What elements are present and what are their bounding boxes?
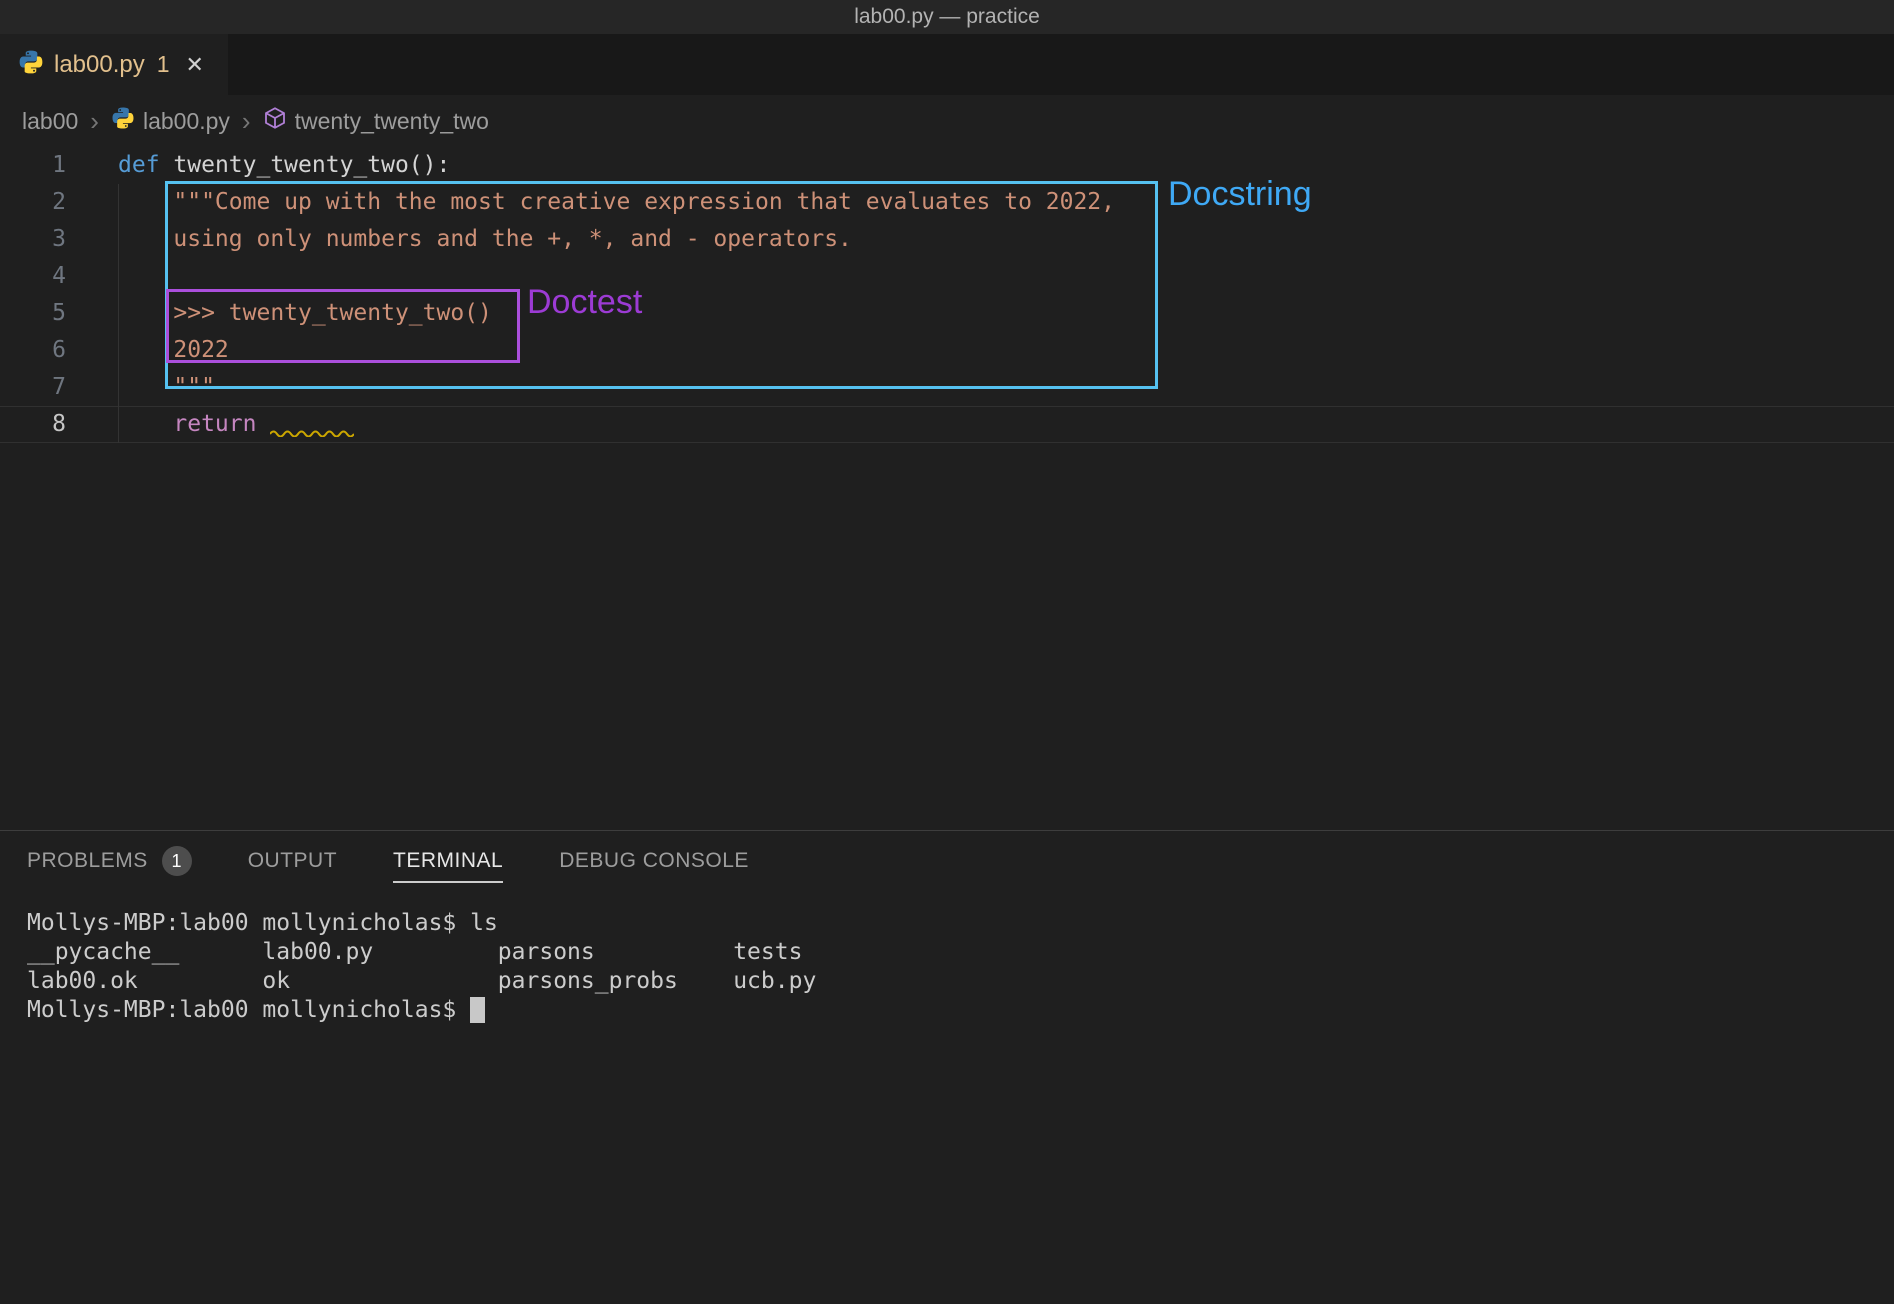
code-token: return bbox=[173, 411, 256, 437]
code-line[interactable]: 5 >>> twenty_twenty_two() bbox=[0, 295, 1894, 332]
code-text[interactable]: """Come up with the most creative expres… bbox=[84, 184, 1894, 221]
terminal-cursor bbox=[470, 997, 485, 1023]
breadcrumb-label: lab00 bbox=[22, 108, 78, 135]
terminal-line: __pycache__ lab00.py parsons tests bbox=[27, 938, 1894, 967]
code-token: using only numbers and the +, *, and - o… bbox=[173, 226, 852, 252]
code-token: """Come up with the most creative expres… bbox=[173, 189, 1115, 215]
line-number[interactable]: 1 bbox=[0, 147, 84, 184]
code-token: twenty_twenty_two(): bbox=[173, 152, 450, 178]
line-number[interactable]: 3 bbox=[0, 221, 84, 258]
panel-tab-output[interactable]: OUTPUT bbox=[248, 849, 337, 883]
code-text[interactable]: using only numbers and the +, *, and - o… bbox=[84, 221, 1894, 258]
editor-tabstrip: lab00.py 1 ✕ bbox=[0, 34, 1894, 95]
panel-tab-debug-console[interactable]: DEBUG CONSOLE bbox=[559, 849, 749, 883]
python-icon bbox=[111, 106, 135, 136]
line-number[interactable]: 7 bbox=[0, 369, 84, 406]
breadcrumb: lab00 › lab00.py › twenty_twenty_two bbox=[0, 95, 1894, 147]
window-title: lab00.py — practice bbox=[854, 5, 1040, 29]
line-number[interactable]: 8 bbox=[0, 407, 84, 442]
terminal-line: Mollys-MBP:lab00 mollynicholas$ ls bbox=[27, 909, 1894, 938]
line-number[interactable]: 2 bbox=[0, 184, 84, 221]
breadcrumb-item-file[interactable]: lab00.py bbox=[111, 106, 230, 136]
code-text[interactable]: """ bbox=[84, 369, 1894, 406]
terminal-line: lab00.ok ok parsons_probs ucb.py bbox=[27, 967, 1894, 996]
editor[interactable]: 1def twenty_twenty_two():2 """Come up wi… bbox=[0, 147, 1894, 830]
code-line[interactable]: 1def twenty_twenty_two(): bbox=[0, 147, 1894, 184]
close-icon[interactable]: ✕ bbox=[186, 52, 204, 78]
terminal-output: Mollys-MBP:lab00 mollynicholas$ ls__pyca… bbox=[27, 909, 1894, 1025]
code-token bbox=[160, 152, 174, 178]
code-text[interactable] bbox=[84, 258, 1894, 295]
code-text[interactable]: def twenty_twenty_two(): bbox=[84, 147, 1894, 184]
python-icon bbox=[18, 49, 44, 80]
tab-lab00[interactable]: lab00.py 1 ✕ bbox=[0, 34, 228, 95]
breadcrumb-item-symbol[interactable]: twenty_twenty_two bbox=[263, 106, 489, 136]
breadcrumb-item-lab00[interactable]: lab00 bbox=[22, 108, 78, 135]
problems-count-badge: 1 bbox=[162, 846, 192, 876]
code-token bbox=[256, 411, 270, 437]
code-token: 2022 bbox=[173, 337, 228, 363]
code-token: """ bbox=[173, 374, 215, 400]
terminal[interactable]: Mollys-MBP:lab00 mollynicholas$ ls__pyca… bbox=[0, 901, 1894, 1025]
indent-guide bbox=[118, 184, 119, 443]
tab-label: lab00.py bbox=[54, 51, 145, 79]
line-number[interactable]: 4 bbox=[0, 258, 84, 295]
panel-tab-label: OUTPUT bbox=[248, 849, 337, 873]
code-line[interactable]: 7 """ bbox=[0, 369, 1894, 406]
code-line[interactable]: 8 return bbox=[0, 406, 1894, 443]
code-text[interactable]: >>> twenty_twenty_two() bbox=[84, 295, 1894, 332]
panel-tab-label: PROBLEMS bbox=[27, 849, 148, 873]
code-text[interactable]: return bbox=[84, 407, 1894, 442]
missing-expression-squiggle bbox=[270, 408, 354, 431]
panel-tab-label: TERMINAL bbox=[393, 849, 503, 873]
symbol-cube-icon bbox=[263, 106, 287, 136]
panel-tab-terminal[interactable]: TERMINAL bbox=[393, 849, 503, 883]
code-token: >>> twenty_twenty_two() bbox=[173, 300, 492, 326]
code-line[interactable]: 6 2022 bbox=[0, 332, 1894, 369]
panel-tabs: PROBLEMS 1 OUTPUT TERMINAL DEBUG CONSOLE bbox=[0, 831, 1894, 901]
line-number[interactable]: 6 bbox=[0, 332, 84, 369]
breadcrumb-label: lab00.py bbox=[143, 108, 230, 135]
code-token: def bbox=[118, 152, 160, 178]
chevron-right-icon: › bbox=[88, 108, 101, 134]
code-line[interactable]: 3 using only numbers and the +, *, and -… bbox=[0, 221, 1894, 258]
breadcrumb-label: twenty_twenty_two bbox=[295, 108, 489, 135]
panel-tab-problems[interactable]: PROBLEMS 1 bbox=[27, 846, 192, 886]
chevron-right-icon: › bbox=[240, 108, 253, 134]
line-number[interactable]: 5 bbox=[0, 295, 84, 332]
panel-tab-label: DEBUG CONSOLE bbox=[559, 849, 749, 873]
code-lines: 1def twenty_twenty_two():2 """Come up wi… bbox=[0, 147, 1894, 443]
code-text[interactable]: 2022 bbox=[84, 332, 1894, 369]
bottom-panel: PROBLEMS 1 OUTPUT TERMINAL DEBUG CONSOLE… bbox=[0, 830, 1894, 1304]
window-titlebar: lab00.py — practice bbox=[0, 0, 1894, 34]
terminal-line: Mollys-MBP:lab00 mollynicholas$ bbox=[27, 996, 1894, 1025]
code-line[interactable]: 4 bbox=[0, 258, 1894, 295]
code-line[interactable]: 2 """Come up with the most creative expr… bbox=[0, 184, 1894, 221]
tab-modified-badge: 1 bbox=[157, 51, 170, 78]
